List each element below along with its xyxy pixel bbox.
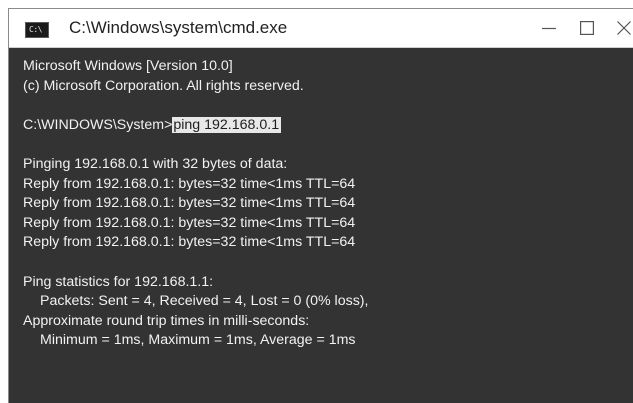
ping-header: Pinging 192.168.0.1 with 32 bytes of dat… <box>23 155 288 172</box>
version-line: Microsoft Windows [Version 10.0] <box>23 58 233 74</box>
console-output[interactable]: Microsoft Windows [Version 10.0] (c) Mic… <box>9 48 633 403</box>
close-button[interactable] <box>606 9 633 47</box>
reply-line: Reply from 192.168.0.1: bytes=32 time<1m… <box>23 234 356 251</box>
cmd-window: C:\ C:\Windows\system\cmd.exe Microsoft … <box>8 8 633 403</box>
selected-command[interactable]: ping 192.168.0.1 <box>172 116 282 133</box>
reply-line: Reply from 192.168.0.1: bytes=32 time<1m… <box>23 195 356 212</box>
reply-line: Reply from 192.168.0.1: bytes=32 time<1m… <box>23 175 356 192</box>
copyright-line: (c) Microsoft Corporation. All rights re… <box>23 77 304 94</box>
cmd-icon-glyph: C:\ <box>29 25 42 34</box>
maximize-button[interactable] <box>569 9 605 47</box>
prompt: C:\WINDOWS\System> <box>23 116 173 133</box>
reply-line: Reply from 192.168.0.1: bytes=32 time<1m… <box>23 214 356 231</box>
rtt-header: Approximate round trip times in milli-se… <box>23 312 310 329</box>
minimize-icon <box>542 27 556 30</box>
cmd-icon: C:\ <box>25 22 49 38</box>
rtt-values: Minimum = 1ms, Maximum = 1ms, Average = … <box>40 332 356 349</box>
close-icon <box>617 21 631 35</box>
window-title: C:\Windows\system\cmd.exe <box>69 18 288 37</box>
minimize-button[interactable] <box>531 9 567 47</box>
stats-header: Ping statistics for 192.168.1.1: <box>23 273 214 290</box>
packets-line: Packets: Sent = 4, Received = 4, Lost = … <box>40 293 369 310</box>
title-bar[interactable]: C:\ C:\Windows\system\cmd.exe <box>9 9 633 48</box>
maximize-icon <box>580 21 594 35</box>
command-line: C:\WINDOWS\System>ping 192.168.0.1 <box>23 116 633 136</box>
